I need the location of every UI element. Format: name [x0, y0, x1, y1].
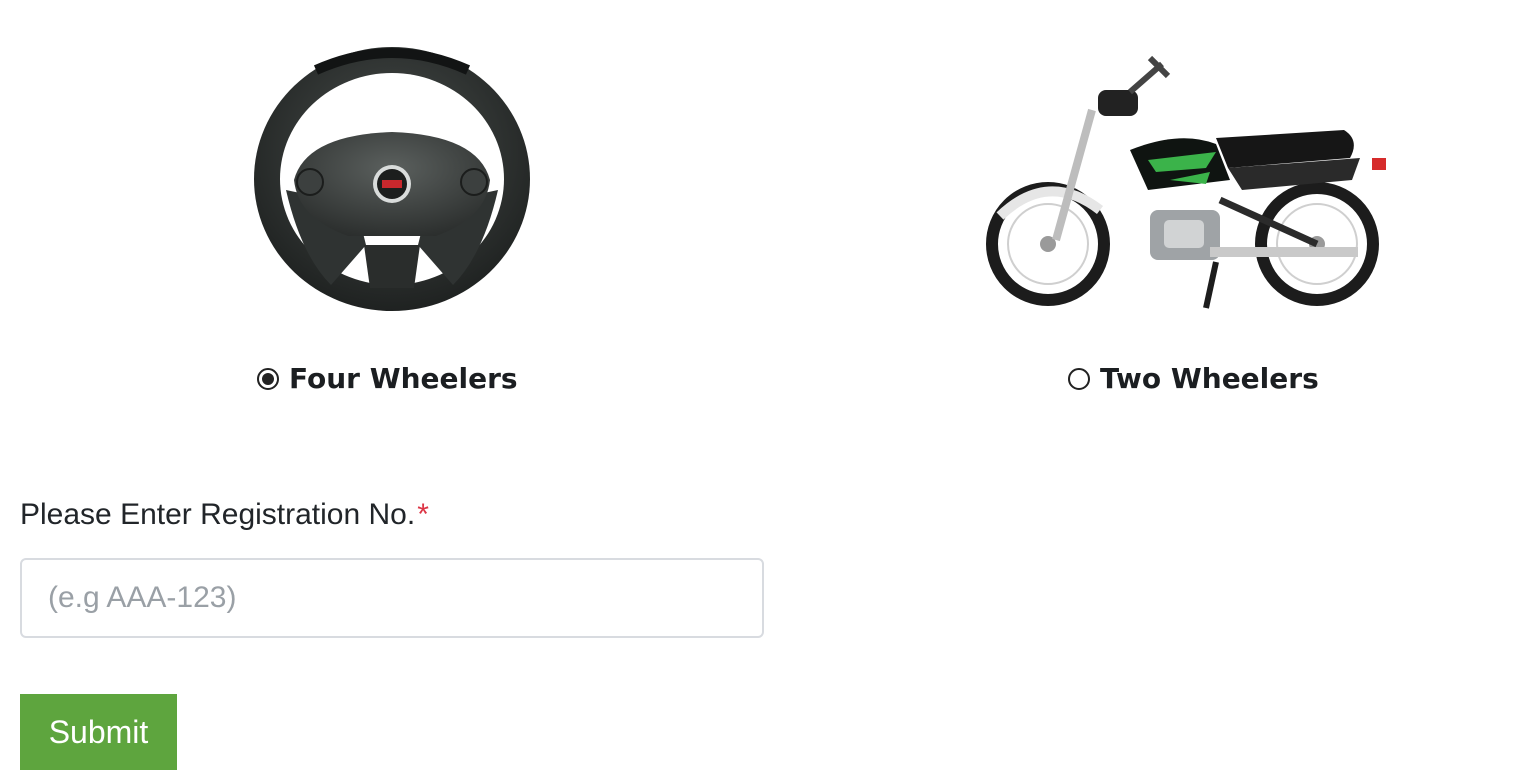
- registration-label: Please Enter Registration No.*: [20, 498, 429, 532]
- submit-button[interactable]: Submit: [20, 694, 177, 770]
- four-wheelers-image[interactable]: [246, 40, 538, 316]
- two-wheelers-label: Two Wheelers: [1100, 362, 1319, 395]
- two-wheelers-image[interactable]: [980, 40, 1420, 316]
- four-wheelers-radio[interactable]: [257, 367, 279, 390]
- four-wheelers-option[interactable]: Four Wheelers: [257, 362, 518, 395]
- steering-wheel-icon: [254, 47, 530, 311]
- two-wheelers-radio[interactable]: [1068, 367, 1090, 390]
- radio-selected-dot: [262, 372, 274, 385]
- registration-input[interactable]: [20, 558, 764, 638]
- four-wheelers-label: Four Wheelers: [289, 362, 518, 395]
- required-marker: *: [417, 498, 429, 531]
- registration-label-text: Please Enter Registration No.: [20, 498, 416, 531]
- vehicle-lookup-page: Four Wheelers Two Wheelers Please Enter …: [0, 0, 1536, 784]
- motorcycle-icon: [986, 55, 1386, 309]
- two-wheelers-option[interactable]: Two Wheelers: [1068, 362, 1319, 395]
